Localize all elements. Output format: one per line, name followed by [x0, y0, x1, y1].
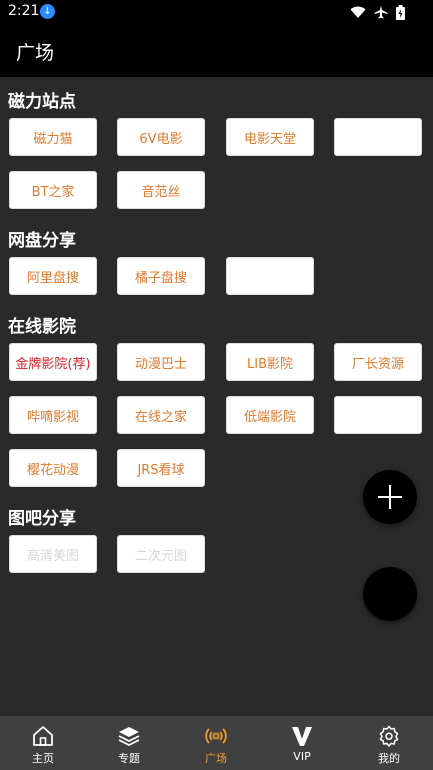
section-title-magnet: 磁力站点 — [8, 92, 76, 112]
status-bar: 2:21 ↓ — [0, 0, 433, 24]
nav-label-mine: 我的 — [378, 752, 400, 765]
site-chip-jrs[interactable]: JRS看球 — [117, 449, 205, 487]
nav-label-home: 主页 — [32, 752, 54, 765]
site-chip-empty-3[interactable] — [334, 396, 422, 434]
site-list[interactable]: 磁力站点 磁力猫 6V电影 电影天堂 BT之家 音范丝 网盘分享 阿里盘搜 橘子… — [0, 77, 433, 716]
battery-icon — [396, 4, 405, 20]
site-chip-bidi[interactable]: 哔嘀影视 — [9, 396, 97, 434]
nav-item-mine[interactable]: 我的 — [346, 716, 432, 770]
site-chip-diduan[interactable]: 低端影院 — [226, 396, 314, 434]
gear-icon — [379, 725, 399, 747]
airplane-icon — [374, 5, 388, 19]
secondary-fab-button[interactable] — [363, 567, 417, 621]
site-chip-btzhijia[interactable]: BT之家 — [9, 171, 97, 209]
site-chip-alipansou[interactable]: 阿里盘搜 — [9, 257, 97, 295]
section-title-netdisk: 网盘分享 — [8, 231, 76, 251]
bottom-nav: 主页 专题 广场 VIP 我的 — [0, 716, 433, 770]
site-chip-empty-1[interactable] — [334, 118, 422, 156]
site-chip-dytt[interactable]: 电影天堂 — [226, 118, 314, 156]
app-bar: 广场 — [0, 24, 433, 77]
site-chip-dongmanbashi[interactable]: 动漫巴士 — [117, 343, 205, 381]
nav-label-topics: 专题 — [118, 752, 140, 765]
nav-item-square[interactable]: 广场 — [173, 716, 259, 770]
site-chip-empty-2[interactable] — [226, 257, 314, 295]
site-chip-zaixianzhijia[interactable]: 在线之家 — [117, 396, 205, 434]
status-time: 2:21 — [8, 3, 40, 19]
site-chip-changzhang[interactable]: 厂长资源 — [334, 343, 422, 381]
plus-icon — [378, 485, 402, 509]
site-chip-ciliimao[interactable]: 磁力猫 — [9, 118, 97, 156]
broadcast-icon — [205, 728, 227, 744]
wifi-icon — [350, 6, 366, 18]
vip-v-icon — [292, 727, 312, 746]
nav-item-vip[interactable]: VIP — [259, 716, 345, 770]
site-chip-jinpai[interactable]: 金牌影院(荐) — [9, 343, 97, 381]
page-title: 广场 — [16, 42, 55, 64]
section-title-online-cinema: 在线影院 — [8, 317, 76, 337]
add-button[interactable] — [363, 470, 417, 524]
home-icon — [33, 726, 53, 746]
status-icons — [350, 4, 405, 20]
site-chip-6v[interactable]: 6V电影 — [117, 118, 205, 156]
nav-item-topics[interactable]: 专题 — [86, 716, 172, 770]
site-chip-erciyuan[interactable]: 二次元图 — [117, 535, 205, 573]
layers-icon — [118, 727, 140, 747]
nav-item-home[interactable]: 主页 — [0, 716, 86, 770]
site-chip-yinfansi[interactable]: 音范丝 — [117, 171, 205, 209]
site-chip-lib[interactable]: LIB影院 — [226, 343, 314, 381]
site-chip-juzipansou[interactable]: 橘子盘搜 — [117, 257, 205, 295]
nav-label-square: 广场 — [205, 752, 227, 765]
download-icon: ↓ — [40, 4, 55, 19]
site-chip-meitu[interactable]: 高清美图 — [9, 535, 97, 573]
site-chip-yinghua[interactable]: 樱花动漫 — [9, 449, 97, 487]
nav-label-vip: VIP — [293, 750, 311, 763]
section-title-images: 图吧分享 — [8, 509, 76, 529]
